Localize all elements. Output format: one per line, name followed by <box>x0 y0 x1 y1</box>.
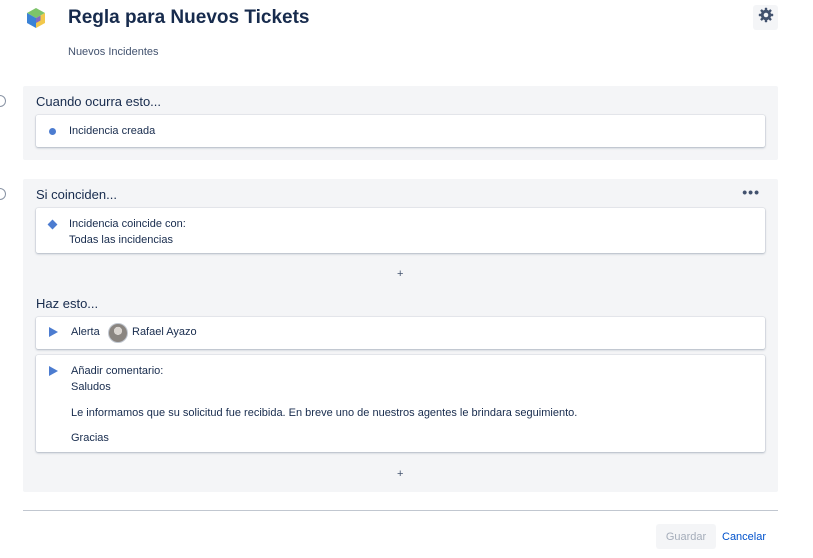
rule-panel: Si coinciden... ••• Incidencia coincide … <box>23 179 778 492</box>
actions-section-title: Haz esto... <box>36 296 99 311</box>
condition-step-marker <box>0 188 6 200</box>
footer-divider <box>23 510 778 511</box>
page-subtitle: Nuevos Incidentes <box>68 46 159 58</box>
trigger-section-title: Cuando ocurra esto... <box>36 94 162 109</box>
comment-action-card[interactable]: Añadir comentario: Saludos Le informamos… <box>36 355 765 452</box>
page-title: Regla para Nuevos Tickets <box>68 7 310 28</box>
alert-user-name: Rafael Ayazo <box>132 326 197 338</box>
app-logo-icon <box>24 6 48 30</box>
add-action-button[interactable]: + <box>397 468 403 480</box>
cancel-button[interactable]: Cancelar <box>722 524 766 549</box>
trigger-step-marker <box>0 95 6 107</box>
condition-line-2: Todas las incidencias <box>69 234 173 246</box>
gear-icon <box>758 7 774 28</box>
settings-button[interactable] <box>753 5 778 30</box>
more-options-button[interactable]: ••• <box>742 184 760 200</box>
save-button[interactable]: Guardar <box>656 524 716 549</box>
alert-label: Alerta <box>71 326 100 338</box>
comment-line-greeting: Saludos <box>71 381 111 393</box>
alert-action-card[interactable]: Alerta Rafael Ayazo <box>36 317 765 349</box>
diamond-icon <box>47 219 58 230</box>
comment-line-closing: Gracias <box>71 432 109 444</box>
avatar <box>108 323 128 343</box>
trigger-item-label: Incidencia creada <box>69 125 156 137</box>
comment-line-body: Le informamos que su solicitud fue recib… <box>71 407 578 419</box>
play-triangle-icon <box>49 366 58 376</box>
dot-icon <box>49 128 56 135</box>
condition-line-1: Incidencia coincide con: <box>69 218 186 230</box>
play-triangle-icon <box>49 327 58 337</box>
comment-label: Añadir comentario: <box>71 365 164 377</box>
trigger-card[interactable]: Incidencia creada <box>36 115 765 147</box>
condition-section-title: Si coinciden... <box>36 187 117 202</box>
trigger-panel: Cuando ocurra esto... Incidencia creada <box>23 86 778 160</box>
add-condition-button[interactable]: + <box>397 268 403 280</box>
condition-card[interactable]: Incidencia coincide con: Todas las incid… <box>36 208 765 253</box>
